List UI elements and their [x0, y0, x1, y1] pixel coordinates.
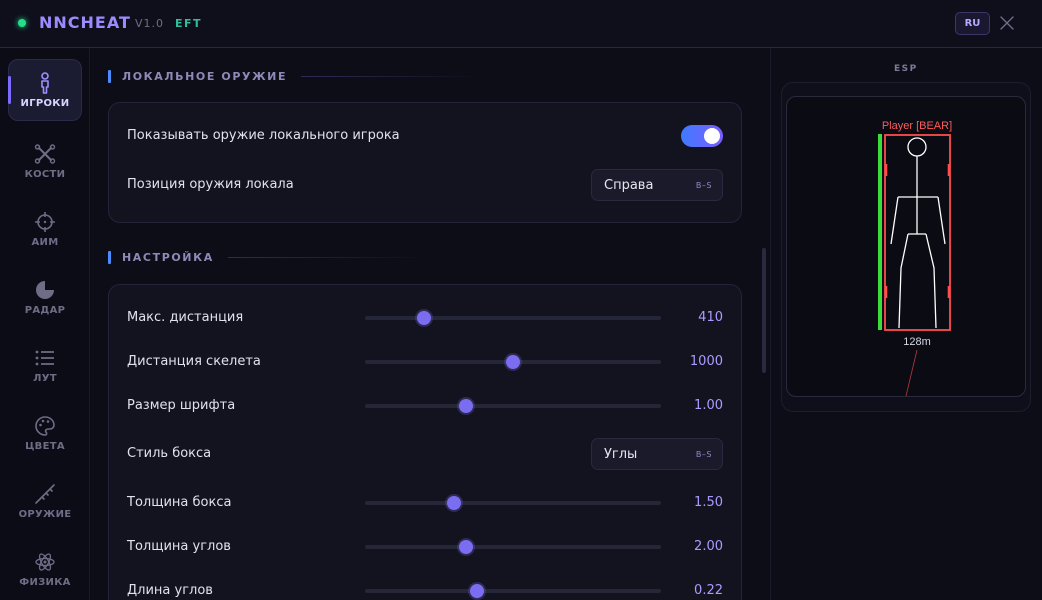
esp-distance: 128m [903, 336, 931, 348]
corner-thickness-label: Толщина углов [127, 539, 231, 554]
select-value: Углы [604, 446, 638, 462]
skeleton-distance-label: Дистанция скелета [127, 354, 261, 369]
sidebar-item-weapon[interactable]: ОРУЖИЕ [8, 470, 82, 532]
corner-length-value: 0.22 [694, 583, 723, 598]
corner-length-slider[interactable] [365, 589, 661, 593]
palette-icon [35, 416, 55, 436]
esp-player-name: Player [BEAR] [882, 120, 952, 132]
font-size-value: 1.00 [694, 398, 723, 413]
sidebar-item-label: КОСТИ [24, 169, 66, 180]
corner-thickness-value: 2.00 [694, 539, 723, 554]
sidebar-item-colors[interactable]: ЦВЕТА [8, 402, 82, 464]
box-thickness-value: 1.50 [694, 495, 723, 510]
sidebar-item-loot[interactable]: ЛУТ [8, 334, 82, 396]
rifle-icon [35, 484, 55, 504]
select-value: Справа [604, 177, 654, 193]
show-weapon-label: Показывать оружие локального игрока [127, 128, 400, 143]
corner-thickness-slider[interactable] [365, 545, 661, 549]
font-size-slider-handle[interactable] [458, 399, 473, 413]
sidebar-item-label: ФИЗИКА [19, 577, 71, 588]
scrollbar[interactable] [762, 248, 766, 373]
sidebar-item-label: РАДАР [24, 305, 66, 316]
list-icon [35, 350, 54, 366]
corner-length-label: Длина углов [127, 583, 213, 598]
status-indicator [18, 19, 26, 27]
sidebar-item-players[interactable]: ИГРОКИ [8, 59, 82, 121]
local-weapon-card [108, 102, 742, 223]
box-thickness-slider-handle[interactable] [446, 496, 461, 510]
sidebar-item-label: ИГРОКИ [20, 98, 70, 109]
weapon-position-label: Позиция оружия локала [127, 177, 294, 192]
game-tag: EFT [175, 17, 203, 30]
max-distance-value: 410 [698, 310, 723, 325]
select-hint: B–S [695, 180, 712, 190]
sidebar-item-physics[interactable]: ФИЗИКА [8, 538, 82, 600]
esp-preview-drawing: Player [BEAR] 128m [878, 120, 952, 397]
select-hint: B–S [695, 449, 712, 459]
atom-icon [35, 553, 55, 571]
skeleton-distance-value: 1000 [689, 354, 723, 369]
section-header-local-weapon: ЛОКАЛЬНОЕ ОРУЖИЕ [108, 69, 482, 83]
app-title: NNCHEAT [39, 13, 131, 32]
box-style-select[interactable]: Углы B–S [591, 438, 723, 470]
sidebar-item-label: ОРУЖИЕ [18, 509, 72, 520]
title-bar: NNCHEAT V1.0 EFT RU [0, 0, 1042, 48]
show-weapon-toggle[interactable] [681, 125, 723, 147]
skeleton-distance-slider-handle[interactable] [506, 355, 520, 369]
box-thickness-label: Толщина бокса [127, 495, 232, 510]
sidebar-item-radar[interactable]: РАДАР [8, 266, 82, 328]
esp-skeleton [890, 137, 946, 329]
radar-icon [36, 281, 54, 299]
corner-thickness-slider-handle[interactable] [458, 540, 473, 554]
app-version: V1.0 [135, 17, 165, 30]
font-size-slider[interactable] [365, 404, 661, 408]
esp-snapline [905, 349, 918, 397]
section-title: НАСТРОЙКА [122, 250, 214, 264]
max-distance-slider[interactable] [365, 316, 661, 320]
box-style-label: Стиль бокса [127, 446, 212, 461]
max-distance-label: Макс. дистанция [127, 310, 244, 325]
box-thickness-slider[interactable] [365, 501, 661, 505]
weapon-position-select[interactable]: Справа B–S [591, 169, 723, 201]
esp-health-bar [878, 134, 882, 330]
person-icon [41, 72, 49, 94]
close-icon[interactable] [998, 14, 1016, 32]
font-size-label: Размер шрифта [127, 398, 236, 413]
section-header-settings: НАСТРОЙКА [108, 250, 428, 264]
bones-icon [34, 144, 56, 164]
sidebar-item-label: ЦВЕТА [25, 441, 65, 452]
sidebar-item-label: ЛУТ [33, 373, 57, 384]
section-title: ЛОКАЛЬНОЕ ОРУЖИЕ [122, 69, 288, 83]
crosshair-icon [35, 212, 55, 232]
sidebar-item-label: АИМ [31, 237, 59, 248]
esp-title: ESP [894, 64, 918, 74]
sidebar-item-bones[interactable]: КОСТИ [8, 130, 82, 192]
language-button[interactable]: RU [955, 12, 990, 35]
sidebar-item-aim[interactable]: АИМ [8, 198, 82, 260]
